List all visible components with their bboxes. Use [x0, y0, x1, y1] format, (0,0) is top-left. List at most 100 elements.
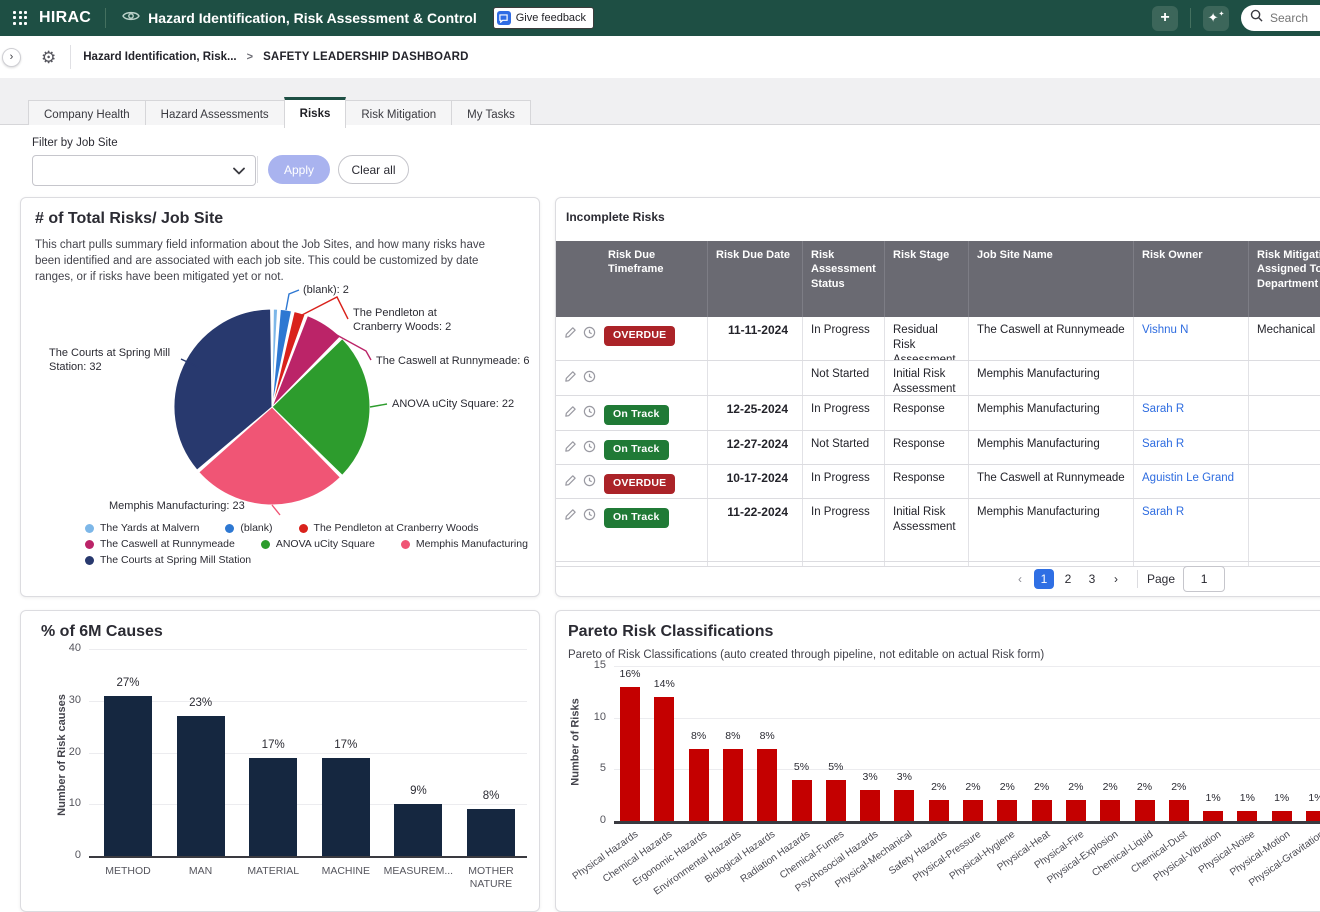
legend-dot	[85, 540, 94, 549]
row-icons	[564, 508, 596, 526]
breadcrumb-divider	[70, 45, 71, 69]
expand-sidebar-button[interactable]: ›	[2, 48, 21, 67]
pie-callout-label: ANOVA uCity Square: 22	[392, 397, 557, 411]
pagination-page-1[interactable]: 1	[1034, 569, 1054, 589]
bar-6[interactable]	[467, 809, 515, 856]
assessment-status-cell: Not Started	[803, 431, 885, 464]
risk-owner-link[interactable]: Vishnu N	[1142, 324, 1188, 336]
bar-2[interactable]	[654, 697, 674, 821]
risk-stage-cell: Response	[885, 396, 969, 430]
bar-19[interactable]	[1237, 811, 1257, 821]
pagination-page-3[interactable]: 3	[1082, 569, 1102, 589]
column-header: Risk Owner	[1134, 241, 1249, 317]
y-tick-label: 10	[578, 711, 606, 723]
bar-9[interactable]	[894, 790, 914, 821]
bar-1[interactable]	[104, 696, 152, 856]
tab-hazard-assessments[interactable]: Hazard Assessments	[145, 100, 285, 128]
risk-owner-link[interactable]: Sarah R	[1142, 506, 1184, 518]
legend-item: The Pendleton at Cranberry Woods	[299, 522, 479, 534]
bar-11[interactable]	[963, 800, 983, 821]
page-input[interactable]	[1183, 566, 1225, 592]
job-site-select[interactable]	[32, 155, 256, 186]
pencil-icon[interactable]	[564, 405, 577, 423]
pagination-next-icon[interactable]: ›	[1106, 569, 1126, 589]
gear-icon[interactable]: ⚙	[41, 49, 56, 66]
clock-icon[interactable]	[583, 370, 596, 388]
pencil-icon[interactable]	[564, 508, 577, 526]
bar-12[interactable]	[997, 800, 1017, 821]
timeframe-badge: On Track	[604, 508, 669, 528]
legend-item: The Yards at Malvern	[85, 522, 199, 534]
bar-7[interactable]	[826, 780, 846, 821]
pencil-icon[interactable]	[564, 326, 577, 344]
pie-callout-label: Memphis Manufacturing: 23	[109, 499, 287, 513]
risk-owner-link[interactable]: Sarah R	[1142, 438, 1184, 450]
tab-company-health[interactable]: Company Health	[28, 100, 146, 128]
bar-6[interactable]	[792, 780, 812, 821]
pagination-page-2[interactable]: 2	[1058, 569, 1078, 589]
legend-item: Memphis Manufacturing	[401, 538, 528, 550]
apply-button[interactable]: Apply	[268, 155, 330, 184]
risk-owner-link[interactable]: Sarah R	[1142, 403, 1184, 415]
risk-owner-cell: Sarah R	[1134, 431, 1249, 464]
add-button[interactable]: +	[1152, 6, 1178, 31]
clock-icon[interactable]	[583, 508, 596, 526]
search-input[interactable]	[1268, 10, 1320, 26]
risk-owner-cell: Sarah R	[1134, 499, 1249, 566]
bar-value-label: 27%	[98, 677, 158, 689]
pencil-icon[interactable]	[564, 370, 577, 388]
bar-14[interactable]	[1066, 800, 1086, 821]
give-feedback-button[interactable]: Give feedback	[493, 7, 594, 29]
clock-icon[interactable]	[583, 405, 596, 423]
bar-4[interactable]	[723, 749, 743, 821]
breadcrumb-page-title: SAFETY LEADERSHIP DASHBOARD	[263, 51, 469, 63]
gridline	[614, 666, 1320, 667]
bar-10[interactable]	[929, 800, 949, 821]
risk-stage-cell: Response	[885, 465, 969, 498]
bar-16[interactable]	[1135, 800, 1155, 821]
bar-3[interactable]	[249, 758, 297, 856]
risk-owner-link[interactable]: Aguistin Le Grand	[1142, 472, 1234, 484]
app-grid-icon[interactable]	[13, 11, 28, 26]
pagination-prev-icon[interactable]: ‹	[1010, 569, 1030, 589]
bar-21[interactable]	[1306, 811, 1320, 821]
bar-1[interactable]	[620, 687, 640, 821]
clock-icon[interactable]	[583, 440, 596, 458]
bar-2[interactable]	[177, 716, 225, 856]
bar-5[interactable]	[757, 749, 777, 821]
bar-5[interactable]	[394, 804, 442, 856]
due-date-cell	[708, 361, 803, 395]
pencil-icon[interactable]	[564, 474, 577, 492]
search-icon	[1250, 9, 1263, 27]
tab-risk-mitigation[interactable]: Risk Mitigation	[345, 100, 452, 128]
bar-8[interactable]	[860, 790, 880, 821]
breadcrumb-app[interactable]: Hazard Identification, Risk...	[83, 51, 236, 63]
bar-4[interactable]	[322, 758, 370, 856]
chat-icon	[497, 11, 511, 25]
y-tick-label: 0	[578, 814, 606, 826]
column-header: Job Site Name	[969, 241, 1134, 317]
x-axis-line	[614, 821, 1320, 824]
ai-assistant-button[interactable]: ✦✦	[1203, 6, 1229, 31]
table-pagination: ‹123›Page	[556, 561, 1320, 596]
y-tick-label: 30	[53, 694, 81, 706]
row-icons	[564, 370, 596, 388]
bar-13[interactable]	[1032, 800, 1052, 821]
clock-icon[interactable]	[583, 326, 596, 344]
tab-my-tasks[interactable]: My Tasks	[451, 100, 531, 128]
bar-15[interactable]	[1100, 800, 1120, 821]
pencil-icon[interactable]	[564, 440, 577, 458]
legend-item: (blank)	[225, 522, 272, 534]
risk-owner-cell: Aguistin Le Grand	[1134, 465, 1249, 498]
clear-all-button[interactable]: Clear all	[338, 155, 409, 184]
table-row: On Track12-25-2024In ProgressResponseMem…	[556, 396, 1320, 431]
search-box[interactable]	[1241, 5, 1320, 31]
risk-owner-cell: Vishnu N	[1134, 317, 1249, 360]
bar-20[interactable]	[1272, 811, 1292, 821]
tab-risks[interactable]: Risks	[284, 97, 347, 128]
y-tick-label: 40	[53, 642, 81, 654]
bar-18[interactable]	[1203, 811, 1223, 821]
bar-3[interactable]	[689, 749, 709, 821]
gridline	[614, 769, 1320, 770]
clock-icon[interactable]	[583, 474, 596, 492]
